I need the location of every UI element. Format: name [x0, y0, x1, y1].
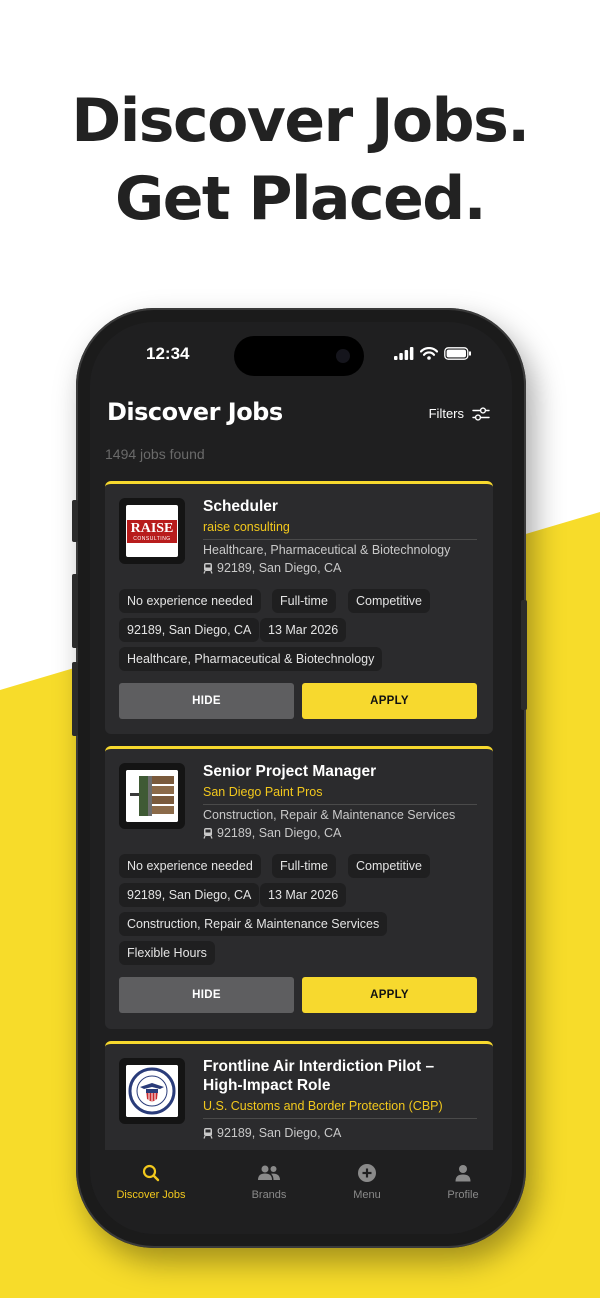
- hide-button[interactable]: HIDE: [119, 683, 294, 719]
- apply-button[interactable]: APPLY: [302, 977, 477, 1013]
- job-tag: No experience needed: [119, 589, 261, 613]
- headline-line-1: Discover Jobs.: [71, 86, 530, 156]
- job-location: 92189, San Diego, CA: [203, 561, 341, 575]
- headline: Discover Jobs. Get Placed.: [0, 82, 600, 238]
- company-name[interactable]: U.S. Customs and Border Protection (CBP): [203, 1099, 443, 1113]
- job-tag: Construction, Repair & Maintenance Servi…: [119, 912, 388, 936]
- status-time: 12:34: [146, 344, 190, 363]
- job-location-text: 92189, San Diego, CA: [217, 826, 342, 840]
- tab-menu[interactable]: Menu: [317, 1162, 417, 1201]
- job-title[interactable]: Frontline Air Interdiction Pilot – High-…: [203, 1057, 473, 1095]
- job-tag: No experience needed: [119, 854, 261, 878]
- job-tag: Full-time: [272, 589, 336, 613]
- camera-icon: [336, 349, 350, 363]
- dynamic-island: [234, 336, 364, 376]
- tab-label: Profile: [447, 1189, 479, 1201]
- tab-discover-jobs[interactable]: Discover Jobs: [101, 1162, 201, 1201]
- headline-line-2: Get Placed.: [114, 164, 487, 234]
- phone-screen: 12:34 Discover Jobs Filters 1494 jobs fo…: [90, 322, 512, 1234]
- volume-up-button: [72, 574, 78, 648]
- company-name[interactable]: raise consulting: [203, 520, 290, 534]
- apply-button[interactable]: APPLY: [302, 683, 477, 719]
- job-tag: Competitive: [348, 854, 430, 878]
- job-tag: 92189, San Diego, CA: [119, 883, 260, 907]
- hide-button[interactable]: HIDE: [119, 977, 294, 1013]
- bottom-tab-bar: Discover Jobs Brands Menu Profile: [90, 1150, 512, 1234]
- sliders-icon: [472, 406, 490, 421]
- job-industry: Healthcare, Pharmaceutical & Biotechnolo…: [203, 543, 451, 557]
- company-logo: RAISE CONSULTING: [119, 498, 185, 564]
- divider: [203, 539, 477, 540]
- job-industry: Construction, Repair & Maintenance Servi…: [203, 808, 456, 822]
- wifi-icon: [420, 346, 438, 360]
- people-icon: [258, 1165, 280, 1180]
- tab-profile[interactable]: Profile: [413, 1162, 512, 1201]
- job-card[interactable]: Senior Project Manager San Diego Paint P…: [105, 746, 493, 1029]
- power-button: [521, 600, 527, 710]
- job-location: 92189, San Diego, CA: [203, 1126, 341, 1140]
- battery-icon: [444, 346, 471, 360]
- job-tag: 92189, San Diego, CA: [119, 618, 260, 642]
- company-name[interactable]: San Diego Paint Pros: [203, 785, 323, 799]
- jobs-found-count: 1494 jobs found: [105, 446, 205, 462]
- job-tag: Flexible Hours: [119, 941, 215, 965]
- job-tag: Competitive: [348, 589, 430, 613]
- person-icon: [455, 1165, 471, 1182]
- job-tag: Healthcare, Pharmaceutical & Biotechnolo…: [119, 647, 383, 671]
- company-logo: [119, 763, 185, 829]
- search-icon: [142, 1164, 160, 1182]
- logo-subtext: CONSULTING: [133, 535, 171, 542]
- company-logo: [119, 1058, 185, 1124]
- paint-brush-logo: [126, 770, 178, 822]
- job-tag: 13 Mar 2026: [260, 883, 347, 907]
- train-icon: [203, 1128, 213, 1139]
- page-title: Discover Jobs: [107, 398, 283, 426]
- job-location: 92189, San Diego, CA: [203, 826, 341, 840]
- logo-text: RAISE: [130, 520, 174, 536]
- job-location-text: 92189, San Diego, CA: [217, 1126, 342, 1140]
- job-card[interactable]: RAISE CONSULTING Scheduler raise consult…: [105, 481, 493, 734]
- tab-label: Brands: [251, 1189, 287, 1201]
- signal-icon: [394, 346, 414, 360]
- job-title[interactable]: Senior Project Manager: [203, 762, 473, 781]
- job-tag: 13 Mar 2026: [260, 618, 347, 642]
- tab-brands[interactable]: Brands: [219, 1162, 319, 1201]
- plus-circle-icon: [358, 1164, 376, 1182]
- cbp-seal-logo: [126, 1065, 178, 1117]
- volume-down-button: [72, 662, 78, 736]
- mute-switch: [72, 500, 78, 542]
- job-location-text: 92189, San Diego, CA: [217, 561, 342, 575]
- filters-button[interactable]: Filters: [429, 406, 490, 421]
- status-icons: [394, 346, 472, 360]
- divider: [203, 1118, 477, 1119]
- tab-label: Menu: [353, 1189, 381, 1201]
- status-bar: 12:34: [90, 322, 512, 388]
- filters-label: Filters: [428, 406, 464, 421]
- train-icon: [203, 828, 213, 839]
- divider: [203, 804, 477, 805]
- train-icon: [203, 563, 213, 574]
- job-title[interactable]: Scheduler: [203, 497, 473, 516]
- tab-label: Discover Jobs: [116, 1189, 186, 1201]
- job-tag: Full-time: [272, 854, 336, 878]
